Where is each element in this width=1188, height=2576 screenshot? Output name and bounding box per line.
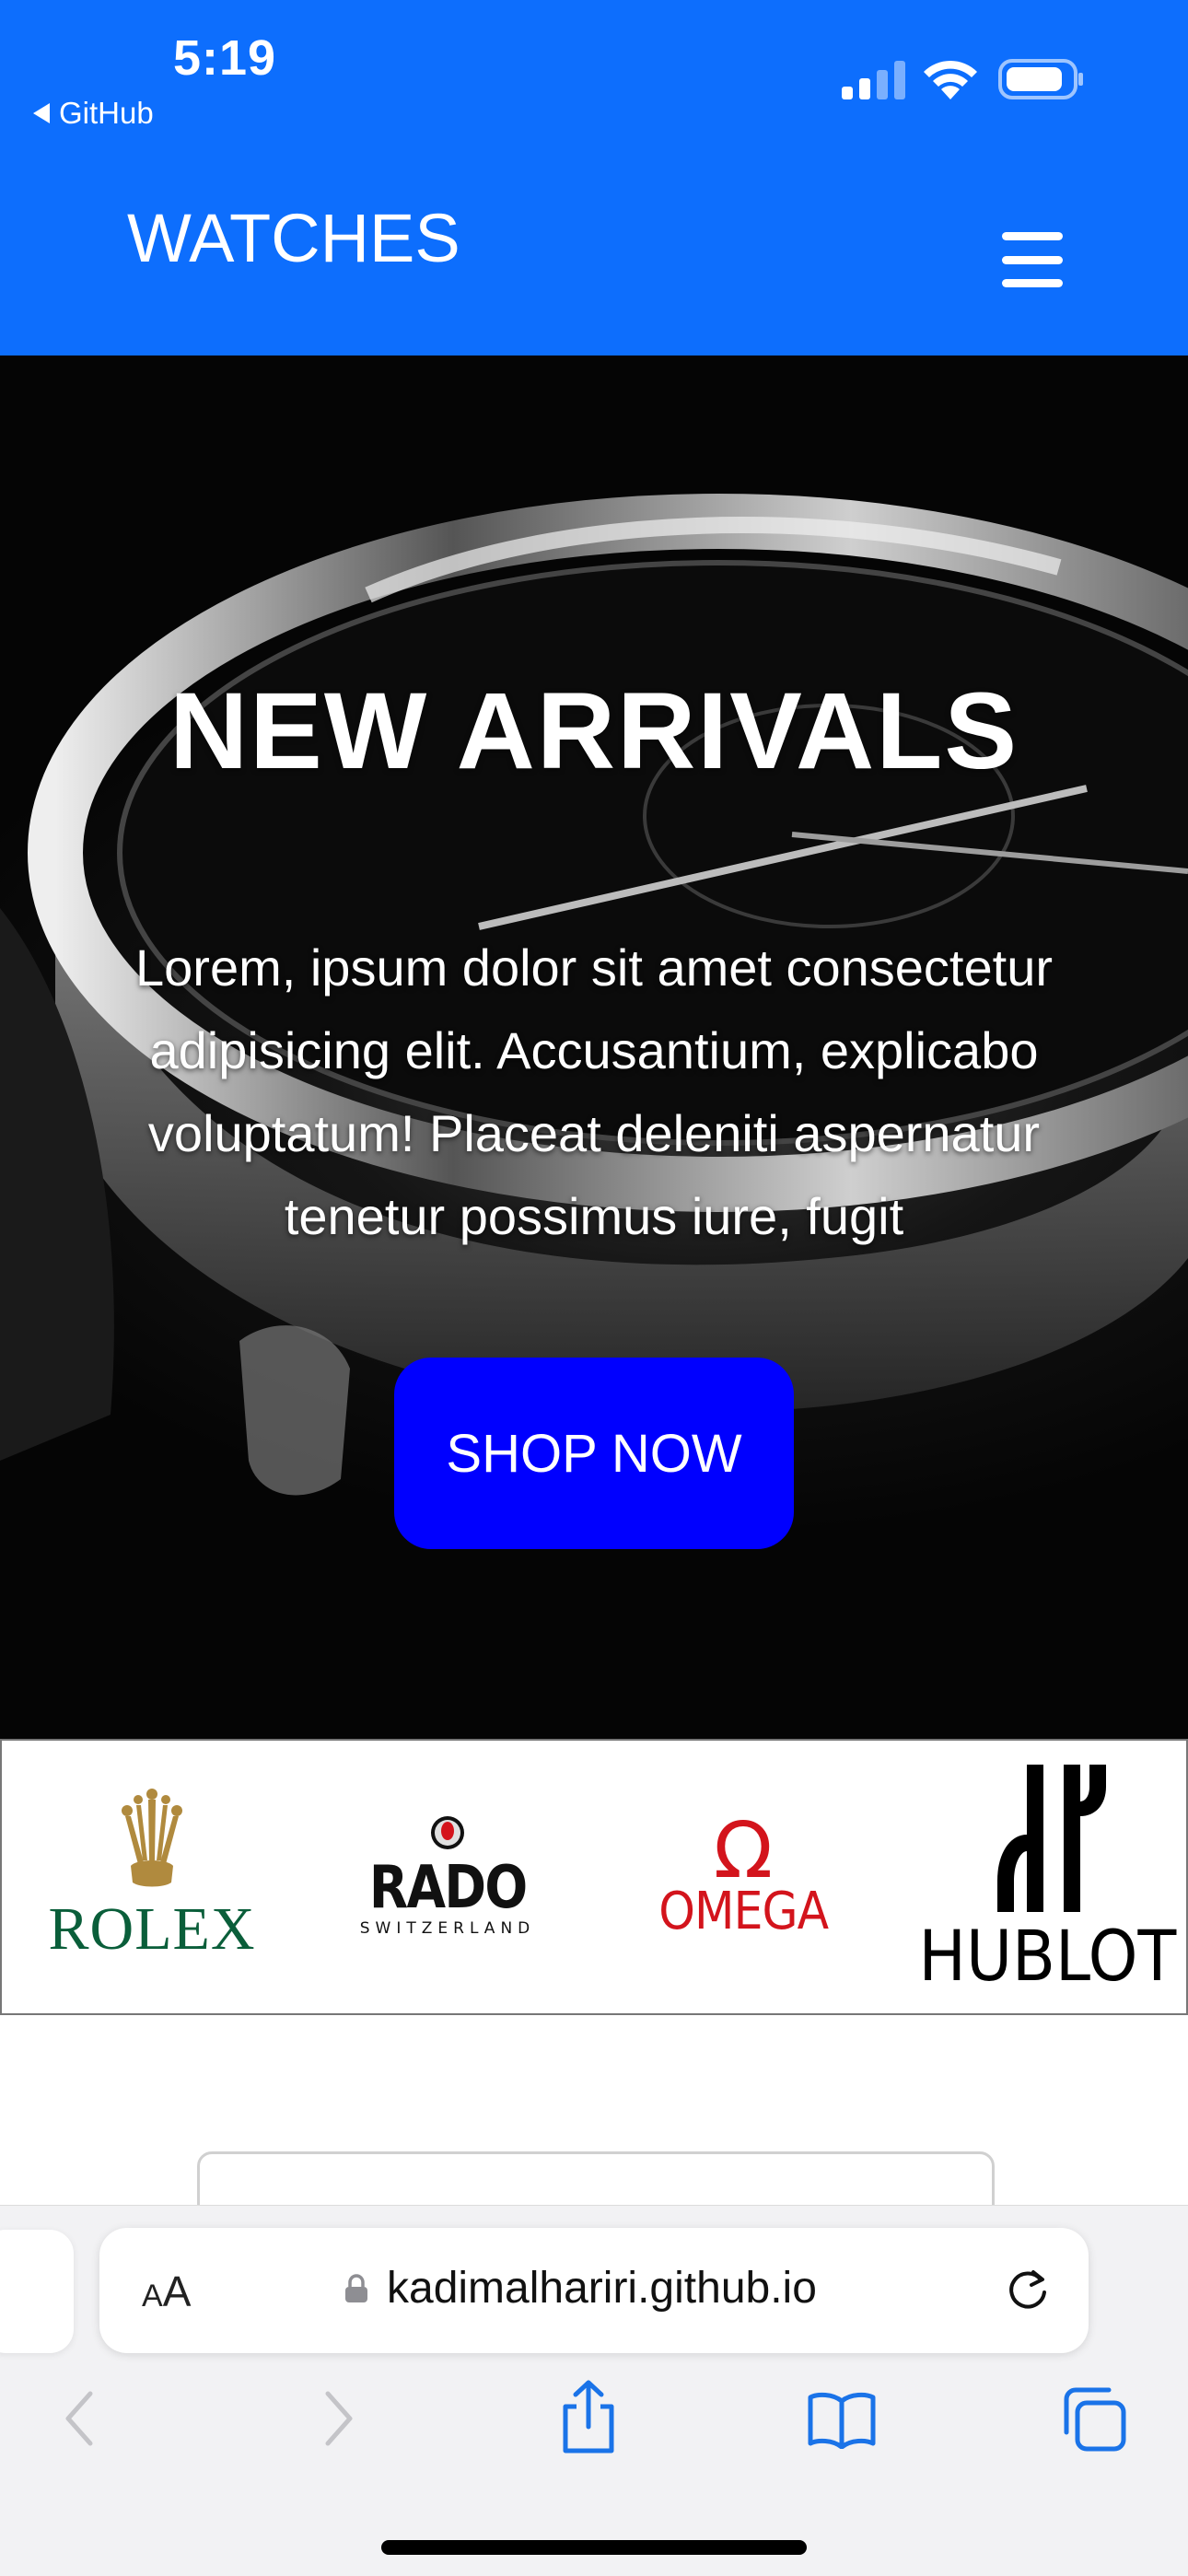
wifi-icon xyxy=(924,60,977,99)
hamburger-menu-icon[interactable] xyxy=(1002,232,1063,287)
omega-symbol-icon: Ω xyxy=(713,1805,774,1895)
tabs-icon[interactable] xyxy=(1061,2386,1127,2453)
text-size-button[interactable]: AA xyxy=(142,2267,191,2316)
bookmarks-icon[interactable] xyxy=(807,2390,877,2449)
rolex-wordmark: ROLEX xyxy=(48,1895,256,1963)
previous-tab-preview[interactable] xyxy=(0,2230,74,2353)
rado-subtitle: SWITZERLAND xyxy=(359,1919,536,1938)
back-triangle-icon xyxy=(33,103,50,123)
omega-logo[interactable]: Ω OMEGA xyxy=(658,1805,829,1938)
hublot-wordmark: HUBLOT xyxy=(918,1915,1176,1997)
battery-icon xyxy=(998,59,1083,99)
reload-icon[interactable] xyxy=(1002,2265,1054,2316)
address-bar[interactable]: AA kadimalhariri.github.io xyxy=(99,2228,1089,2353)
share-icon[interactable] xyxy=(558,2379,619,2454)
rado-anchor-icon xyxy=(431,1816,464,1849)
hero-description: Lorem, ipsum dolor sit amet consectetur … xyxy=(135,938,1053,1245)
lock-icon xyxy=(345,2274,367,2302)
home-indicator[interactable] xyxy=(381,2540,807,2555)
menu-bar xyxy=(1002,232,1063,240)
menu-bar xyxy=(1002,279,1063,287)
back-label: GitHub xyxy=(59,96,154,130)
url-text: kadimalhariri.github.io xyxy=(387,2264,817,2313)
status-time: 5:19 xyxy=(173,30,277,86)
browser-toolbar: AA kadimalhariri.github.io xyxy=(0,2205,1188,2576)
hero-title: NEW ARRIVALS xyxy=(169,670,1019,792)
rado-logo[interactable]: RADO SWITZERLAND xyxy=(360,1807,530,1938)
cellular-signal-icon xyxy=(842,61,905,99)
rolex-logo[interactable]: ROLEX xyxy=(49,1787,255,1960)
site-header: 5:19 GitHub WATCHES xyxy=(0,0,1188,356)
forward-arrow-icon[interactable] xyxy=(319,2386,359,2451)
shop-now-button[interactable]: SHOP NOW xyxy=(394,1358,794,1549)
back-to-github-link[interactable]: GitHub xyxy=(33,96,154,131)
hublot-h-icon xyxy=(997,1765,1106,1912)
hublot-logo[interactable]: HUBLOT xyxy=(918,1761,1176,1991)
site-brand[interactable]: WATCHES xyxy=(127,204,460,273)
back-arrow-icon[interactable] xyxy=(59,2386,99,2451)
brand-logos-strip: ROLEX RADO SWITZERLAND Ω OMEGA HUBLOT xyxy=(0,1739,1188,2015)
menu-bar xyxy=(1002,255,1063,264)
rado-wordmark: RADO xyxy=(368,1854,528,1922)
hero-section: NEW ARRIVALS Lorem, ipsum dolor sit amet… xyxy=(0,356,1188,1739)
omega-wordmark: OMEGA xyxy=(658,1881,829,1941)
rolex-crown-icon xyxy=(122,1789,182,1887)
